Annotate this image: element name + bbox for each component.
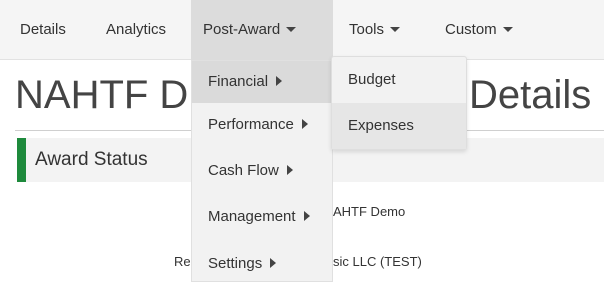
menu-item-cash-flow[interactable]: Cash Flow (192, 150, 332, 192)
submenu-item-expenses-label: Expenses (348, 117, 414, 134)
menu-item-cash-flow-label: Cash Flow (208, 162, 279, 179)
recipient-value: sic LLC (TEST) (333, 254, 422, 269)
chevron-right-icon (303, 211, 310, 222)
chevron-right-icon (286, 165, 293, 176)
post-award-dropdown: Financial Performance Cash Flow Manageme… (191, 60, 333, 282)
financial-submenu: Budget Expenses (331, 56, 467, 150)
program-value: AHTF Demo (333, 204, 406, 219)
chevron-right-icon (270, 258, 277, 269)
chevron-right-icon (301, 119, 308, 130)
nav-analytics-label: Analytics (106, 21, 167, 38)
menu-item-settings[interactable]: Settings (192, 243, 332, 285)
page-title-left: NAHTF D (15, 73, 189, 117)
menu-item-settings-label: Settings (208, 255, 263, 272)
recipient-label: Re (174, 254, 191, 269)
menu-item-performance-label: Performance (208, 116, 294, 133)
nav-tools[interactable]: Tools (349, 0, 401, 60)
menu-item-financial[interactable]: Financial (192, 61, 332, 103)
nav-custom-label: Custom (445, 21, 497, 38)
nav-custom[interactable]: Custom (445, 0, 513, 60)
menu-item-management[interactable]: Management (192, 196, 332, 238)
nav-post-award-label: Post-Award (203, 21, 281, 38)
nav-tools-label: Tools (349, 21, 385, 38)
chevron-down-icon (502, 26, 513, 32)
chevron-down-icon (286, 26, 297, 32)
nav-details-label: Details (20, 21, 66, 38)
nav-analytics[interactable]: Analytics (106, 0, 166, 60)
submenu-item-budget[interactable]: Budget (332, 57, 466, 103)
chevron-down-icon (390, 26, 401, 32)
menu-item-performance[interactable]: Performance (192, 104, 332, 146)
submenu-item-expenses[interactable]: Expenses (332, 103, 466, 149)
nav-details[interactable]: Details (20, 0, 66, 60)
section-title: Award Status (35, 149, 148, 170)
page-title-right: Details (469, 73, 592, 117)
submenu-item-budget-label: Budget (348, 71, 396, 88)
nav-post-award[interactable]: Post-Award (191, 0, 333, 60)
chevron-right-icon (276, 76, 283, 87)
menu-item-financial-label: Financial (208, 73, 269, 90)
top-navbar: Details Analytics Post-Award Tools Custo… (0, 0, 604, 60)
menu-item-management-label: Management (208, 208, 296, 225)
